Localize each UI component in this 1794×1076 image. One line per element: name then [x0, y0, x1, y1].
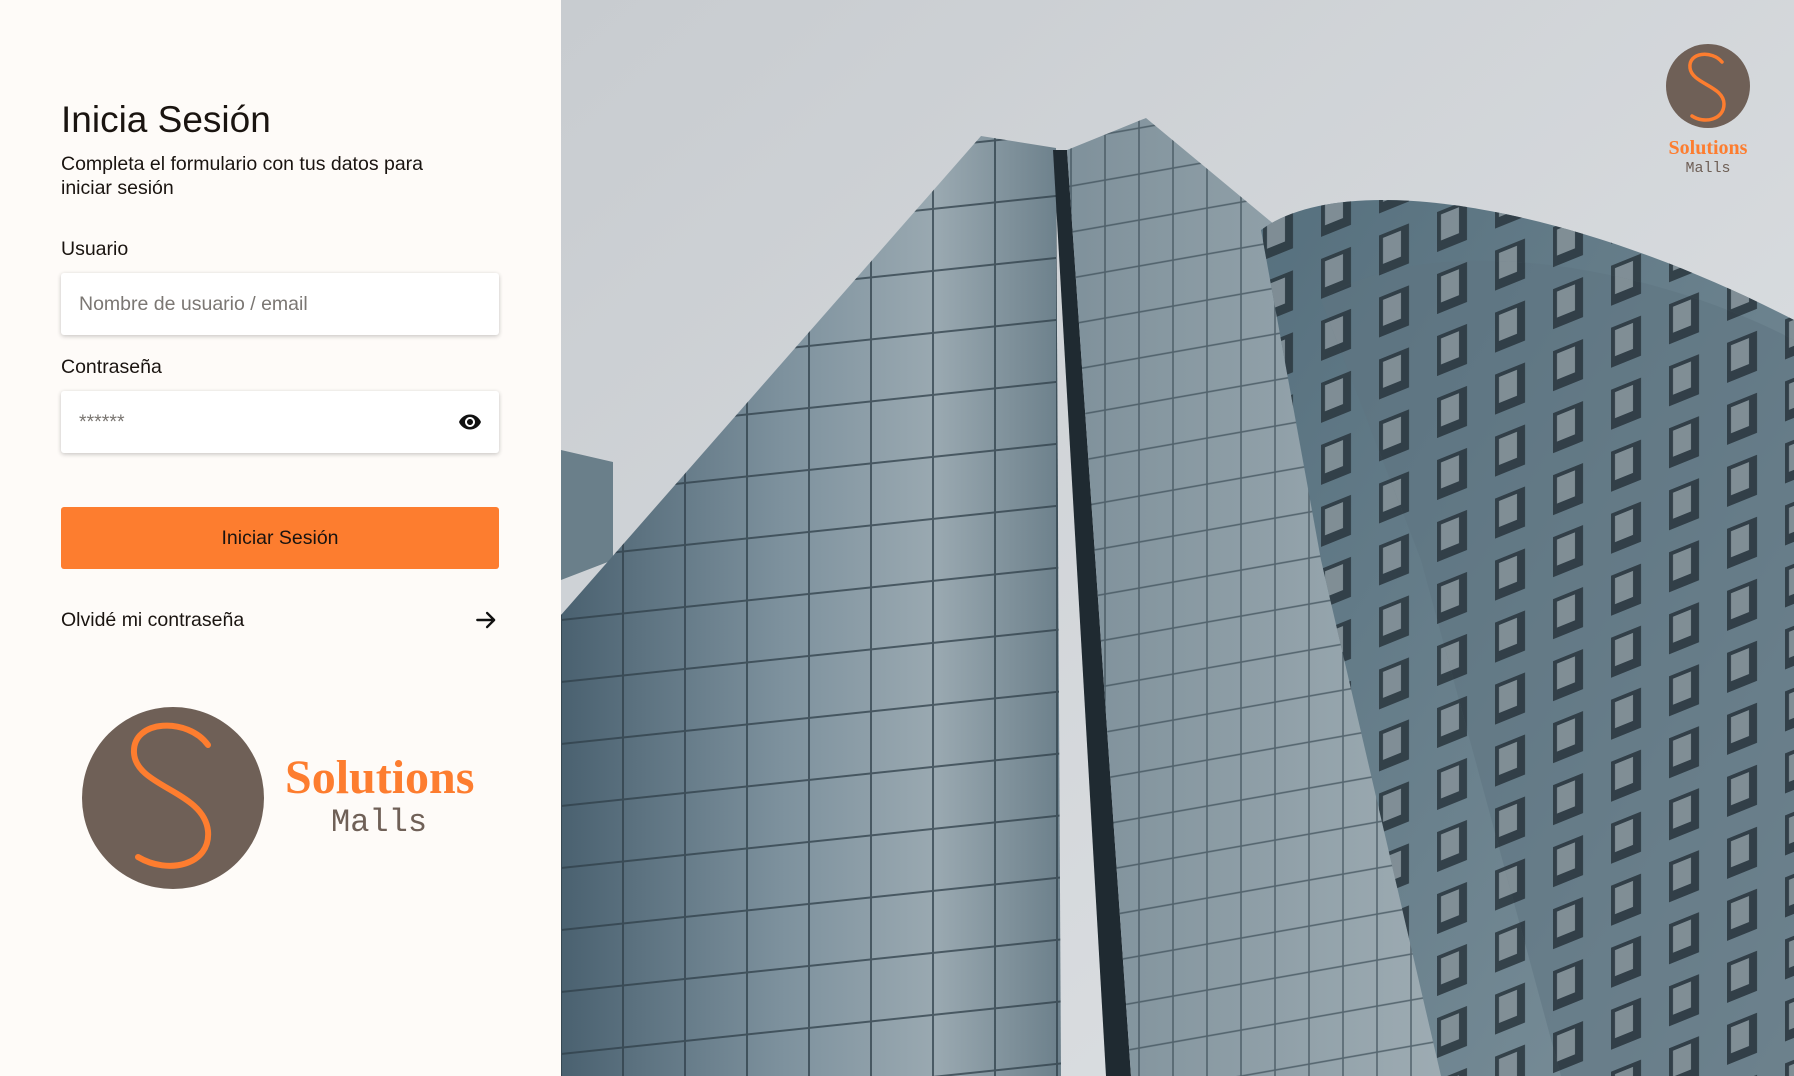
login-button[interactable]: Iniciar Sesión — [61, 507, 499, 569]
forgot-password-label: Olvidé mi contraseña — [61, 609, 245, 631]
login-panel: Inicia Sesión Completa el formulario con… — [0, 0, 561, 1076]
logo-circle — [82, 707, 264, 889]
brand-name-line1-small: Solutions — [1669, 137, 1748, 159]
arrow-right-icon — [476, 611, 496, 629]
eye-icon — [459, 414, 481, 430]
brand-name-line2: Malls — [331, 804, 427, 841]
password-field — [61, 391, 499, 453]
brand-name-line2-small: Malls — [1685, 160, 1730, 177]
brand-name-line1: Solutions — [285, 751, 474, 804]
hero-image: Solutions Malls — [561, 0, 1794, 1076]
password-label: Contraseña — [61, 356, 162, 378]
login-form: Inicia Sesión Completa el formulario con… — [61, 96, 499, 633]
password-input[interactable] — [61, 391, 499, 453]
username-label: Usuario — [61, 238, 129, 260]
username-input[interactable] — [61, 273, 499, 335]
forgot-password-link[interactable]: Olvidé mi contraseña — [61, 607, 499, 633]
brand-logo-small: Solutions Malls — [1666, 44, 1750, 177]
building-photo — [561, 0, 1794, 1076]
login-page: Inicia Sesión Completa el formulario con… — [0, 0, 1794, 1076]
page-subtitle: Completa el formulario con tus datos par… — [61, 153, 424, 199]
password-visibility-toggle[interactable] — [457, 409, 483, 435]
page-title: Inicia Sesión — [61, 99, 271, 140]
brand-logo-large: Solutions Malls — [82, 707, 474, 889]
username-field — [61, 273, 499, 335]
